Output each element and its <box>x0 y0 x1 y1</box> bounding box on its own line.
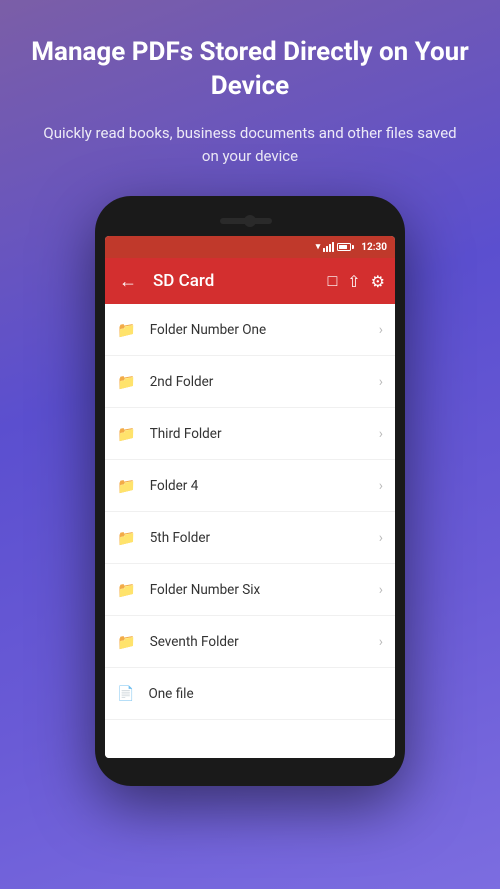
status-bar: ▾ 12:30 <box>105 236 395 258</box>
folder-icon: 📁 <box>117 425 136 443</box>
file-name: Folder Number Six <box>150 582 379 598</box>
file-name: 5th Folder <box>150 530 379 546</box>
phone-speaker <box>220 218 272 224</box>
file-name: Folder Number One <box>150 322 379 338</box>
folder-icon: 📁 <box>117 529 136 547</box>
phone-screen: ▾ 12:30 ← SD <box>105 236 395 758</box>
status-time: 12:30 <box>361 242 387 253</box>
toolbar-title: SD Card <box>153 271 320 291</box>
chevron-right-icon: › <box>379 426 383 442</box>
list-item[interactable]: 📁 Folder Number One› <box>105 304 395 356</box>
chevron-right-icon: › <box>379 374 383 390</box>
phone-bottom-bar <box>105 758 395 772</box>
file-icon: 📄 <box>117 686 134 702</box>
file-name: Third Folder <box>150 426 379 442</box>
signal-icon <box>323 242 334 252</box>
folder-icon: 📁 <box>117 373 136 391</box>
file-name: 2nd Folder <box>150 374 379 390</box>
file-name: Folder 4 <box>150 478 379 494</box>
list-item[interactable]: 📄 One file <box>105 668 395 720</box>
status-icons: ▾ 12:30 <box>316 242 387 253</box>
list-item[interactable]: 📁 2nd Folder› <box>105 356 395 408</box>
hero-title: Manage PDFs Stored Directly on Your Devi… <box>0 36 500 104</box>
list-item[interactable]: 📁 Folder 4› <box>105 460 395 512</box>
file-name: One file <box>148 686 383 702</box>
battery-icon <box>337 243 354 251</box>
app-toolbar: ← SD Card □ ⇧ ⚙ <box>105 258 395 304</box>
toolbar-icons: □ ⇧ ⚙ <box>328 271 385 291</box>
upload-icon[interactable]: ⇧ <box>347 272 360 291</box>
list-item[interactable]: 📁 Third Folder› <box>105 408 395 460</box>
folder-icon: 📁 <box>117 581 136 599</box>
folder-icon: 📁 <box>117 321 136 339</box>
chevron-right-icon: › <box>379 582 383 598</box>
back-button[interactable]: ← <box>115 267 141 296</box>
phone-top-bar <box>105 210 395 232</box>
chevron-right-icon: › <box>379 530 383 546</box>
list-item[interactable]: 📁 Seventh Folder› <box>105 616 395 668</box>
hero-subtitle: Quickly read books, business documents a… <box>0 122 500 169</box>
phone-device: ▾ 12:30 ← SD <box>95 196 405 786</box>
list-item[interactable]: 📁 5th Folder› <box>105 512 395 564</box>
wifi-icon: ▾ <box>316 242 321 252</box>
copy-icon[interactable]: □ <box>328 271 338 291</box>
file-list: 📁Folder Number One›📁2nd Folder›📁Third Fo… <box>105 304 395 758</box>
folder-icon: 📁 <box>117 633 136 651</box>
list-item[interactable]: 📁 Folder Number Six› <box>105 564 395 616</box>
folder-icon: 📁 <box>117 477 136 495</box>
chevron-right-icon: › <box>379 634 383 650</box>
chevron-right-icon: › <box>379 322 383 338</box>
file-name: Seventh Folder <box>150 634 379 650</box>
chevron-right-icon: › <box>379 478 383 494</box>
settings-icon[interactable]: ⚙ <box>371 272 385 291</box>
